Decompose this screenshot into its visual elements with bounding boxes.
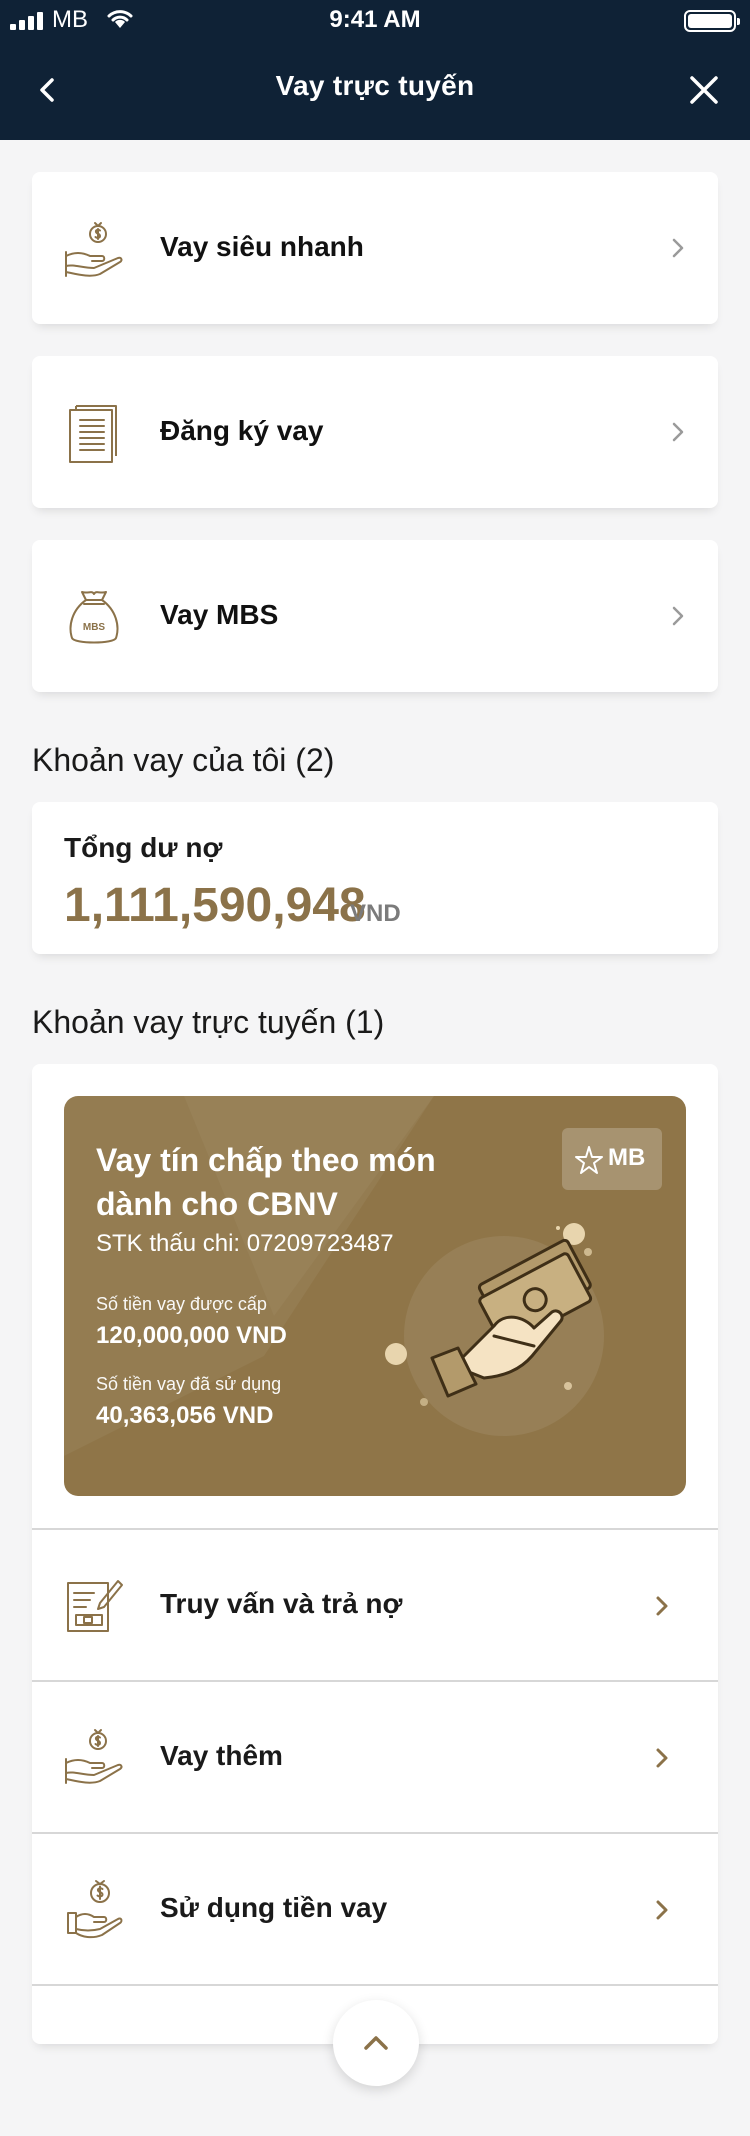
mb-logo: MB bbox=[562, 1128, 662, 1190]
menu-item-label: Vay MBS bbox=[160, 599, 279, 630]
svg-text:MBS: MBS bbox=[83, 622, 106, 633]
action-row-truy-van[interactable]: Truy vấn và trả nợ bbox=[32, 1530, 718, 1680]
chevron-right-icon bbox=[656, 1748, 668, 1768]
chevron-right-icon bbox=[672, 606, 684, 626]
section-title-online-loans: Khoản vay trực tuyến (1) bbox=[32, 1004, 385, 1040]
close-button[interactable] bbox=[684, 70, 724, 110]
menu-item-label: Đăng ký vay bbox=[160, 415, 324, 446]
top-bar: MB 9:41 AM Vay trực tuyến bbox=[0, 0, 750, 140]
chevron-right-icon bbox=[672, 238, 684, 258]
used-amount: 40,363,056 VND bbox=[96, 1402, 274, 1429]
menu-item-dang-ky-vay[interactable]: Đăng ký vay bbox=[32, 356, 718, 508]
granted-amount: 120,000,000 VND bbox=[96, 1322, 287, 1349]
total-debt-card[interactable]: Tổng dư nợ 1,111,590,948 VND bbox=[32, 802, 718, 954]
chevron-up-icon bbox=[364, 2036, 388, 2050]
hand-money-bag-icon bbox=[65, 222, 123, 277]
action-label: Vay thêm bbox=[160, 1740, 283, 1771]
status-bar: MB 9:41 AM bbox=[0, 0, 750, 40]
action-row-vay-them[interactable]: Vay thêm bbox=[32, 1682, 718, 1832]
total-debt-label: Tổng dư nợ bbox=[64, 832, 223, 863]
scroll-to-top-button[interactable] bbox=[333, 2000, 419, 2086]
clock: 9:41 AM bbox=[329, 6, 421, 33]
action-label: Truy vấn và trả nợ bbox=[160, 1588, 403, 1619]
menu-item-label: Vay siêu nhanh bbox=[160, 231, 364, 262]
section-title-my-loans: Khoản vay của tôi (2) bbox=[32, 742, 335, 778]
menu-item-vay-sieu-nhanh[interactable]: Vay siêu nhanh bbox=[32, 172, 718, 324]
action-label: Sử dụng tiền vay bbox=[160, 1892, 388, 1923]
granted-amount-label: Số tiền vay được cấp bbox=[96, 1294, 267, 1314]
total-debt-amount: 1,111,590,948 bbox=[64, 879, 366, 932]
chevron-right-icon bbox=[656, 1596, 668, 1616]
hand-coin-icon bbox=[67, 1880, 123, 1939]
page-title: Vay trực tuyến bbox=[275, 70, 475, 101]
total-debt-currency: VND bbox=[350, 900, 401, 927]
chevron-right-icon bbox=[656, 1900, 668, 1920]
action-row-su-dung-tien-vay[interactable]: Sử dụng tiền vay bbox=[32, 1834, 718, 1984]
hand-cash-illustration bbox=[385, 1223, 604, 1436]
chevron-right-icon bbox=[672, 422, 684, 442]
mb-star-icon bbox=[575, 1146, 603, 1174]
online-loans-card: Vay tín chấp theo món dành cho CBNV STK … bbox=[32, 1064, 718, 2044]
divider bbox=[32, 1984, 718, 1986]
loan-account-number: STK thấu chi: 07209723487 bbox=[96, 1230, 394, 1257]
menu-item-vay-mbs[interactable]: MBS Vay MBS bbox=[32, 540, 718, 692]
mbs-bag-icon: MBS bbox=[69, 591, 119, 644]
document-list-icon bbox=[69, 405, 117, 463]
used-amount-label: Số tiền vay đã sử dụng bbox=[96, 1374, 282, 1394]
loan-banner[interactable]: Vay tín chấp theo món dành cho CBNV STK … bbox=[64, 1096, 686, 1496]
hand-money-bag-icon bbox=[65, 1729, 123, 1784]
edit-document-icon bbox=[67, 1580, 123, 1632]
battery-icon bbox=[684, 10, 740, 32]
loan-title: Vay tín chấp theo món dành cho CBNV bbox=[96, 1142, 436, 1222]
